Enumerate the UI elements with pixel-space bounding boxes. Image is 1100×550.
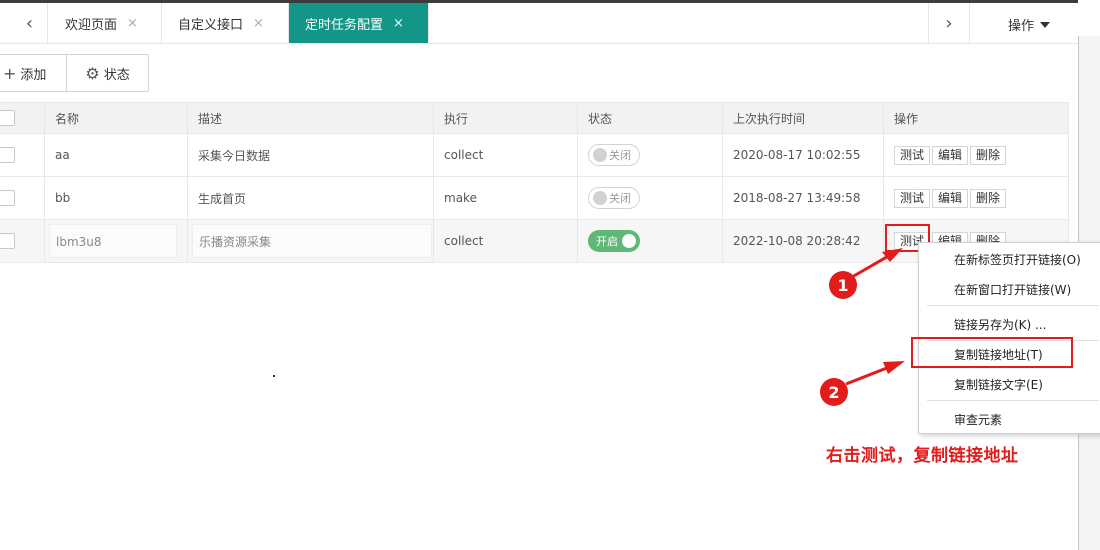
- arrow-1-head: [882, 248, 903, 262]
- step-badge-1: 1: [829, 271, 857, 299]
- arrow-2-head: [883, 361, 905, 374]
- instruction-caption: 右击测试，复制链接地址: [826, 446, 1019, 466]
- arrow-2-line: [845, 364, 893, 386]
- arrow-1-line: [851, 252, 893, 279]
- annotation-arrows: [845, 248, 905, 386]
- step-badge-2: 2: [820, 378, 848, 406]
